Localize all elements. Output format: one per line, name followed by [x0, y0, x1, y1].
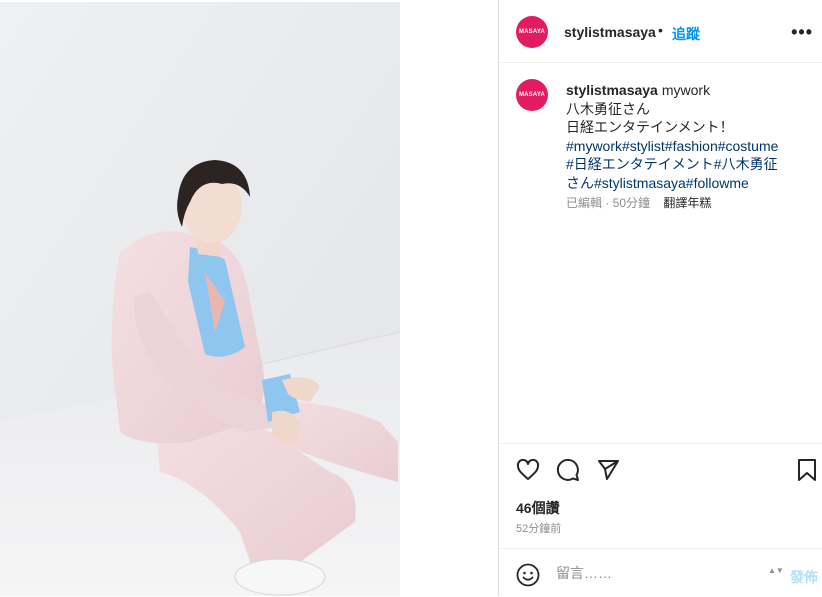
comment-bar: ▲▼ 發佈	[499, 548, 822, 597]
caption-line: 八木勇征さん	[566, 100, 650, 117]
hashtag-line[interactable]: #mywork#stylist#fashion#costume	[566, 137, 816, 156]
hashtag-line[interactable]: #日経エンタテイメント#八木勇征	[566, 155, 816, 174]
separator-dot: •	[658, 22, 663, 38]
caption-first-line: stylistmasaya mywork	[566, 81, 816, 100]
caption-avatar[interactable]: MASAYA	[516, 79, 548, 111]
post-comment-button[interactable]: 發佈	[790, 567, 818, 587]
more-options-icon[interactable]: •••	[791, 22, 813, 43]
emoji-icon[interactable]	[516, 563, 540, 592]
share-icon[interactable]	[596, 458, 620, 487]
post-media-pane	[0, 0, 400, 596]
likes-count[interactable]: 46個讚	[516, 498, 560, 518]
bookmark-icon[interactable]	[796, 458, 818, 487]
caption-meta: 已編輯 · 50分鐘 翻譯年糕	[566, 194, 711, 211]
edited-timestamp: 已編輯 · 50分鐘	[566, 196, 651, 210]
caption-username[interactable]: stylistmasaya	[566, 82, 658, 98]
avatar[interactable]: MASAYA	[516, 16, 548, 48]
heart-icon[interactable]	[516, 458, 540, 487]
post-header: MASAYA stylistmasaya • 追蹤 •••	[499, 0, 822, 63]
comment-icon[interactable]	[556, 458, 580, 487]
follow-button[interactable]: 追蹤	[672, 24, 700, 44]
translate-button[interactable]: 翻譯年糕	[663, 196, 711, 210]
post-timestamp[interactable]: 52分鐘前	[516, 520, 561, 536]
post-details-pane: MASAYA stylistmasaya • 追蹤 ••• MASAYA sty…	[498, 0, 822, 596]
resize-handle-icon: ▲▼	[768, 566, 784, 575]
caption-line: 日経エンタテインメント！	[566, 119, 734, 135]
actions-divider	[499, 443, 822, 444]
hashtag-line[interactable]: さん#stylistmasaya#followme	[566, 174, 816, 193]
caption-text: stylistmasaya mywork 八木勇征さん 日経エンタテインメント！ …	[566, 81, 816, 192]
post-photo[interactable]	[0, 2, 400, 596]
caption-line: mywork	[661, 82, 711, 98]
comment-input[interactable]	[556, 565, 756, 581]
author-username[interactable]: stylistmasaya	[564, 24, 656, 40]
